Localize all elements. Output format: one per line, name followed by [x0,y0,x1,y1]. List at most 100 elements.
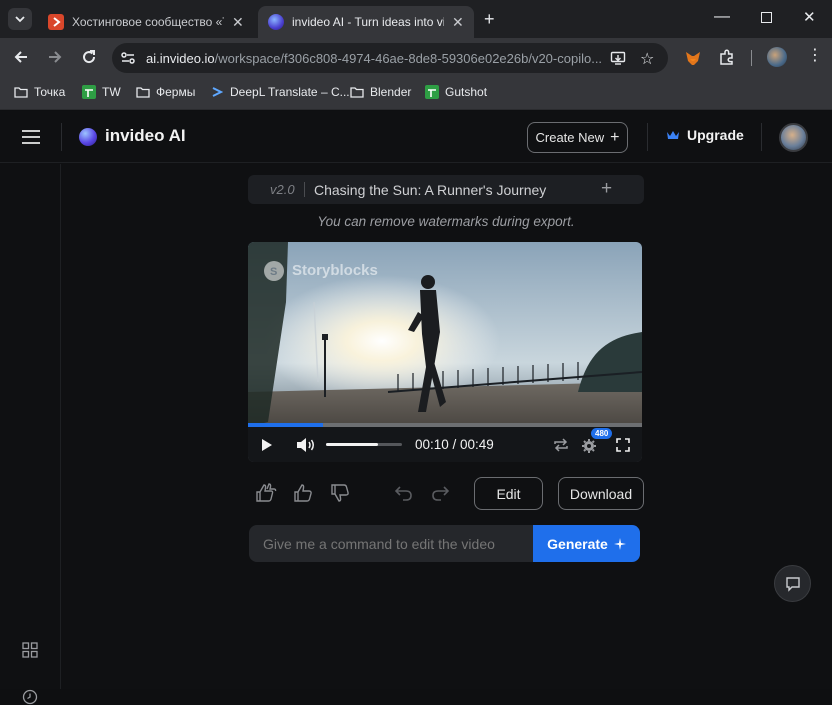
tab-hosting-community[interactable]: Хостинговое сообщество «Tim ✕ [38,6,256,38]
close-window-icon[interactable]: ✕ [803,8,816,26]
forward-arrow-icon[interactable] [46,48,64,66]
chevron-down-icon [15,16,25,23]
browser-tab-bar: Хостинговое сообщество «Tim ✕ invideo AI… [0,0,832,38]
upgrade-label: Upgrade [687,127,744,143]
url-text: ai.invideo.io/workspace/f306c808-4974-46… [146,51,606,66]
brand-name: invideo AI [105,126,186,145]
crown-icon [667,131,679,139]
tab-title: Хостинговое сообщество «Tim [72,15,224,29]
bookmark-label: Точка [34,85,66,99]
tab-search-button[interactable] [8,8,32,30]
tab-invideo[interactable]: invideo AI - Turn ideas into vide ✕ [258,6,474,38]
title-divider [304,182,305,197]
invideo-favicon-icon [268,14,284,30]
close-tab-icon[interactable]: ✕ [232,14,244,31]
love-it-icon[interactable] [255,483,277,503]
install-app-icon[interactable] [610,50,626,66]
volume-icon[interactable] [296,437,316,453]
bookmark-gutshot[interactable]: Gutshot [425,85,487,99]
history-clock-icon[interactable] [22,689,38,705]
time-display: 00:10 / 00:49 [415,437,494,452]
bookmark-label: Gutshot [445,85,488,99]
app-header: invideo AI Create New + Upgrade [0,111,832,163]
watermark-notice: You can remove watermarks during export. [317,214,575,229]
settings-gear-icon[interactable] [581,438,597,454]
site-settings-icon[interactable] [120,50,136,66]
bookmark-tw[interactable]: TW [82,85,121,99]
generate-button[interactable]: Generate [533,525,640,562]
volume-fill [326,443,378,446]
back-arrow-icon[interactable] [12,48,30,66]
hosting-favicon-icon [48,14,64,30]
volume-slider[interactable] [326,443,402,446]
bookmark-deepl[interactable]: DeepL Translate – C... [210,85,350,99]
url-domain: ai.invideo.io [146,51,215,66]
toolbar-divider [751,50,752,66]
thumbs-down-icon[interactable] [330,484,350,502]
bookmark-folder-blender[interactable]: Blender [350,85,411,99]
reload-icon[interactable] [80,48,98,66]
folder-icon [14,87,28,98]
bookmark-label: TW [102,85,121,99]
bookmark-star-icon[interactable]: ☆ [640,49,654,69]
folder-icon [350,87,364,98]
bookmark-label: Фермы [156,85,196,99]
url-path: /workspace/f306c808-4974-46ae-8de8-59306… [214,51,603,66]
sheets-icon [425,85,439,99]
extensions-puzzle-icon[interactable] [718,48,736,66]
upgrade-button[interactable]: Upgrade [666,127,744,143]
deepl-icon [210,85,224,99]
bookmark-folder-tochka[interactable]: Точка [14,85,65,99]
address-bar[interactable]: ai.invideo.io/workspace/f306c808-4974-46… [112,43,668,73]
command-input[interactable] [249,525,533,562]
project-title-bar: v2.0 Chasing the Sun: A Runner's Journey… [248,175,644,204]
project-title[interactable]: Chasing the Sun: A Runner's Journey [314,182,546,198]
svg-text:S: S [270,266,277,278]
version-label: v2.0 [270,182,295,197]
folder-icon [136,87,150,98]
create-new-button[interactable]: Create New + [527,122,628,153]
metamask-extension-icon[interactable] [684,49,702,67]
download-label: Download [569,485,633,502]
bookmark-folder-fermy[interactable]: Фермы [136,85,195,99]
header-divider [761,123,762,151]
fullscreen-icon[interactable] [616,438,630,452]
header-divider [647,123,648,151]
close-tab-icon[interactable]: ✕ [452,14,464,31]
thumbs-up-icon[interactable] [293,484,313,502]
chat-support-button[interactable] [774,565,811,602]
edit-button[interactable]: Edit [474,477,543,510]
loop-icon[interactable] [552,437,570,453]
play-icon[interactable] [261,438,273,452]
storyblocks-watermark: Storyblocks [292,262,378,279]
header-divider [61,123,62,151]
invideo-app: invideo AI Create New + Upgrade v2.0 Cha… [0,111,832,705]
bookmarks-bar: Точка TW Фермы DeepL Translate – C... Bl… [0,78,832,110]
invideo-logo-icon [79,128,97,146]
undo-icon[interactable] [395,485,413,501]
add-version-plus-icon[interactable]: + [601,178,612,200]
video-player[interactable]: S Storyblocks 00:10 / 00:49 480 [248,242,642,462]
left-sidebar [0,164,61,705]
bookmark-label: Blender [370,85,412,99]
sheets-icon [82,85,96,99]
more-menu-icon[interactable]: ⋮ [807,48,823,64]
maximize-icon[interactable] [761,12,772,23]
grid-apps-icon[interactable] [22,642,38,658]
hamburger-menu-icon[interactable] [22,130,40,144]
generate-label: Generate [547,535,608,552]
profile-avatar[interactable] [767,47,787,67]
browser-toolbar: ai.invideo.io/workspace/f306c808-4974-46… [0,38,832,78]
new-tab-icon[interactable]: + [484,9,495,30]
command-bar: Generate [249,525,640,562]
edit-label: Edit [496,485,521,502]
video-controls-bar: 00:10 / 00:49 480 [248,427,642,462]
sparkle-icon [613,537,626,550]
redo-icon[interactable] [431,485,449,501]
bookmark-label: DeepL Translate – C... [230,85,350,99]
plus-icon: + [610,128,620,146]
create-new-label: Create New [535,130,605,145]
minimize-icon[interactable]: — [714,8,730,26]
user-avatar[interactable] [779,123,808,152]
download-button[interactable]: Download [558,477,644,510]
